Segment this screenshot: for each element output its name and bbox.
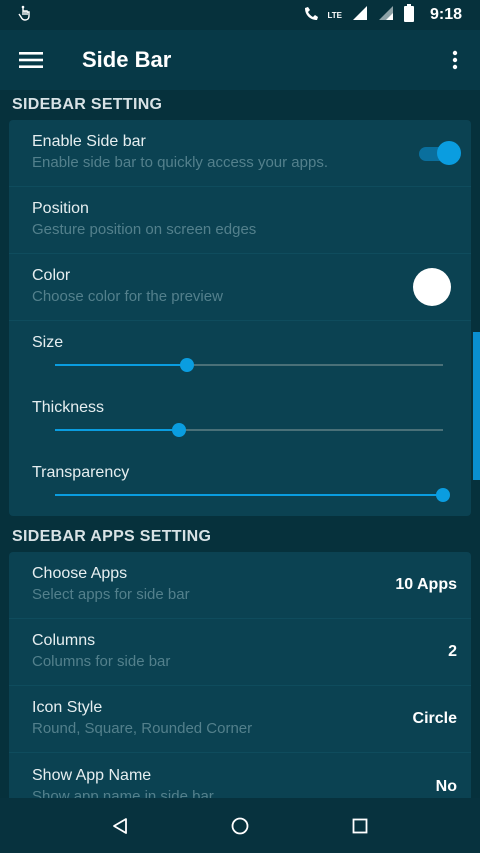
setting-title: Transparency (32, 464, 130, 481)
setting-subtitle: Show app name in side bar (32, 787, 214, 799)
enable-sidebar-toggle[interactable] (417, 141, 461, 165)
signal-icon (352, 5, 368, 25)
page-title: Side Bar (82, 47, 172, 72)
setting-size: Size (9, 321, 471, 386)
setting-show-app-name[interactable]: Show App Name Show app name in side bar … (9, 753, 471, 799)
setting-choose-apps[interactable]: Choose Apps Select apps for side bar 10 … (9, 552, 471, 619)
setting-title: Color (32, 267, 71, 284)
setting-subtitle: Choose color for the preview (32, 288, 223, 305)
setting-transparency: Transparency (9, 451, 471, 516)
setting-enable-sidebar[interactable]: Enable Side bar Enable side bar to quick… (9, 120, 471, 187)
setting-subtitle: Select apps for side bar (32, 586, 190, 603)
setting-value: Circle (412, 710, 457, 727)
setting-title: Thickness (32, 399, 105, 416)
setting-icon-style[interactable]: Icon Style Round, Square, Rounded Corner… (9, 686, 471, 753)
section-header-sidebar-apps-setting: SIDEBAR APPS SETTING (12, 528, 212, 545)
phone-wifi-icon (303, 5, 321, 25)
lte-label: LTE (327, 10, 342, 20)
slider-thumb[interactable] (436, 488, 450, 502)
sidebar-apps-setting-card: Choose Apps Select apps for side bar 10 … (9, 552, 471, 798)
transparency-slider[interactable] (55, 488, 450, 502)
setting-title: Show App Name (32, 766, 152, 784)
setting-title: Size (32, 334, 64, 351)
signal-icon (378, 5, 394, 25)
setting-title: Enable Side bar (32, 133, 146, 150)
clock: 9:18 (429, 6, 462, 23)
more-vert-icon[interactable] (430, 30, 480, 90)
setting-title: Icon Style (32, 699, 103, 716)
navigation-bar (0, 798, 480, 853)
setting-value: 10 Apps (395, 576, 457, 593)
setting-subtitle: Gesture position on screen edges (32, 221, 257, 238)
back-icon[interactable] (100, 806, 140, 846)
color-swatch[interactable] (413, 268, 451, 306)
slider-fill (55, 494, 443, 496)
setting-title: Choose Apps (32, 565, 128, 582)
setting-value: No (435, 777, 457, 795)
setting-color[interactable]: Color Choose color for the preview (9, 254, 471, 321)
setting-columns[interactable]: Columns Columns for side bar 2 (9, 619, 471, 686)
setting-position[interactable]: Position Gesture position on screen edge… (9, 187, 471, 254)
touch-icon (18, 5, 32, 25)
app-bar: Side Bar (0, 30, 480, 90)
size-slider[interactable] (55, 358, 443, 372)
battery-icon (403, 4, 414, 26)
scrollbar[interactable] (473, 332, 480, 480)
setting-subtitle: Enable side bar to quickly access your a… (32, 154, 328, 171)
thickness-slider[interactable] (55, 423, 443, 437)
setting-subtitle: Columns for side bar (32, 653, 171, 670)
slider-thumb[interactable] (179, 358, 194, 372)
hamburger-icon[interactable] (0, 30, 62, 90)
setting-title: Columns (32, 632, 96, 649)
slider-fill (55, 429, 180, 431)
setting-thickness: Thickness (9, 386, 471, 451)
recents-icon[interactable] (340, 806, 380, 846)
setting-value: 2 (448, 643, 457, 660)
sidebar-setting-card: Enable Side bar Enable side bar to quick… (9, 120, 471, 516)
slider-fill (55, 364, 187, 366)
slider-thumb[interactable] (172, 423, 187, 437)
setting-title: Position (32, 200, 89, 217)
home-icon[interactable] (220, 806, 260, 846)
status-bar: LTE 9:18 (0, 0, 480, 30)
section-header-sidebar-setting: SIDEBAR SETTING (12, 96, 163, 113)
settings-content[interactable]: SIDEBAR SETTING Enable Side bar Enable s… (0, 90, 480, 798)
setting-subtitle: Round, Square, Rounded Corner (32, 720, 253, 737)
